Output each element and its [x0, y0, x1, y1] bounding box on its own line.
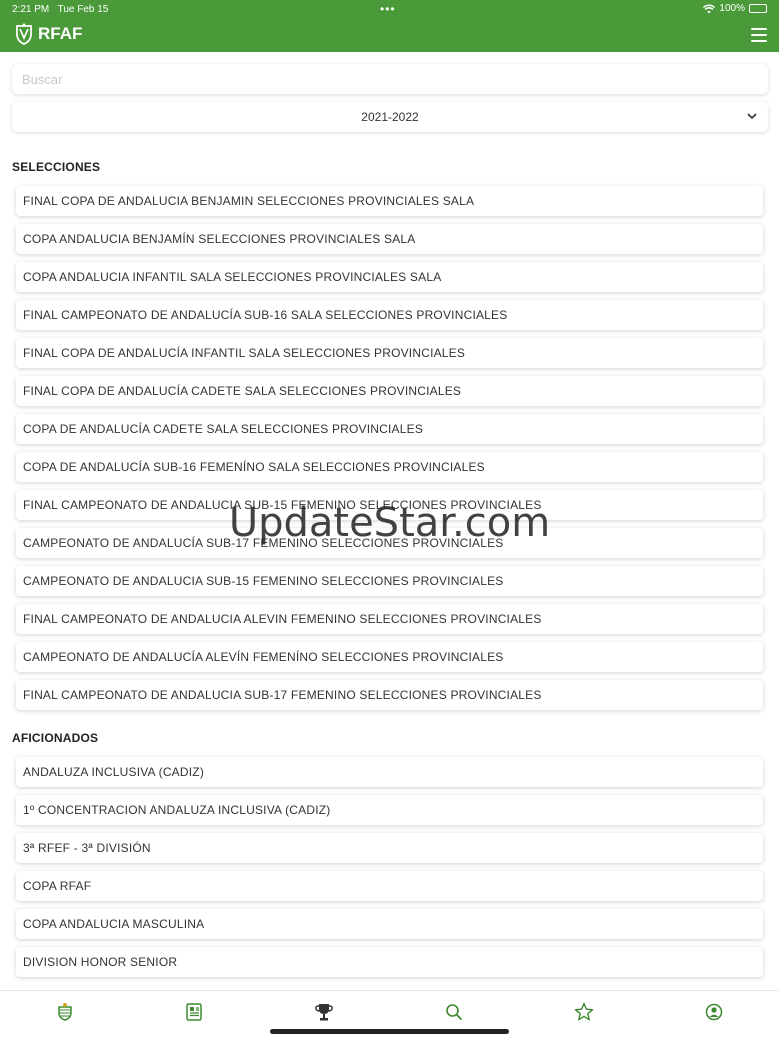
tab-news[interactable]: [183, 1001, 205, 1023]
logo-text: RFAF: [38, 24, 83, 43]
competition-list-item[interactable]: FINAL CAMPEONATO DE ANDALUCIA SUB-15 FEM…: [16, 490, 763, 520]
tab-competitions[interactable]: [313, 1001, 335, 1023]
wifi-icon: [703, 4, 716, 13]
competition-list-selecciones: FINAL COPA DE ANDALUCIA BENJAMIN SELECCI…: [16, 186, 763, 718]
competition-list-item[interactable]: COPA ANDALUCIA INFANTIL SALA SELECCIONES…: [16, 262, 763, 292]
app-header: RFAF: [0, 18, 779, 52]
search-input[interactable]: [12, 64, 768, 94]
section-title-aficionados: AFICIONADOS: [12, 731, 99, 745]
competition-list-item[interactable]: FINAL CAMPEONATO DE ANDALUCÍA SUB-16 SAL…: [16, 300, 763, 330]
competition-list-item[interactable]: COPA DE ANDALUCÍA SUB-16 FEMENÍNO SALA S…: [16, 452, 763, 482]
multitask-dots-icon[interactable]: •••: [380, 2, 396, 16]
competition-list-item[interactable]: FINAL COPA DE ANDALUCÍA CADETE SALA SELE…: [16, 376, 763, 406]
competition-list-item[interactable]: CAMPEONATO DE ANDALUCIA SUB-15 FEMENINO …: [16, 566, 763, 596]
status-right: 100%: [703, 3, 767, 14]
status-bar: 2:21 PM Tue Feb 15 ••• 100%: [0, 0, 779, 18]
competition-list-item[interactable]: FINAL COPA DE ANDALUCÍA INFANTIL SALA SE…: [16, 338, 763, 368]
tab-search[interactable]: [443, 1001, 465, 1023]
star-icon: [574, 1002, 594, 1021]
chevron-down-icon: [747, 113, 757, 120]
trophy-icon: [315, 1004, 333, 1021]
competition-list-item[interactable]: DIVISION HONOR SENIOR: [16, 947, 763, 977]
competition-list-aficionados: ANDALUZA INCLUSIVA (CADIZ) 1º CONCENTRACI…: [16, 757, 763, 985]
status-time: 2:21 PM Tue Feb 15: [12, 4, 109, 15]
competition-list-item[interactable]: FINAL CAMPEONATO DE ANDALUCIA ALEVIN FEM…: [16, 604, 763, 634]
tab-profile[interactable]: [703, 1001, 725, 1023]
competition-list-item[interactable]: FINAL CAMPEONATO DE ANDALUCIA SUB-17 FEM…: [16, 680, 763, 710]
competition-list-item[interactable]: COPA ANDALUCIA MASCULINA: [16, 909, 763, 939]
competition-list-item[interactable]: FINAL COPA DE ANDALUCIA BENJAMIN SELECCI…: [16, 186, 763, 216]
season-selected-value: 2021-2022: [361, 110, 419, 124]
competition-list-item[interactable]: CAMPEONATO DE ANDALUCÍA ALEVÍN FEMENÍNO …: [16, 642, 763, 672]
competition-list-item[interactable]: COPA ANDALUCIA BENJAMÍN SELECCIONES PROV…: [16, 224, 763, 254]
hamburger-menu-icon[interactable]: [751, 28, 767, 42]
rfaf-logo[interactable]: RFAF: [14, 23, 82, 45]
rfaf-crest-icon: [16, 23, 32, 45]
profile-icon: [705, 1003, 723, 1021]
competition-list-item[interactable]: COPA RFAF: [16, 871, 763, 901]
club-crest-icon: [58, 1003, 72, 1021]
home-indicator[interactable]: [270, 1029, 509, 1034]
search-icon: [446, 1004, 462, 1020]
section-title-selecciones: SELECCIONES: [12, 160, 101, 174]
competition-list-item[interactable]: 3ª RFEF - 3ª DIVISIÓN: [16, 833, 763, 863]
news-icon: [186, 1003, 202, 1021]
competition-list-item[interactable]: 1º CONCENTRACION ANDALUZA INCLUSIVA (CAD…: [16, 795, 763, 825]
competition-list-item[interactable]: CAMPEONATO DE ANDALUCÍA SUB-17 FEMENINO …: [16, 528, 763, 558]
battery-icon: [749, 4, 767, 13]
competition-list-item[interactable]: COPA DE ANDALUCÍA CADETE SALA SELECCIONE…: [16, 414, 763, 444]
tab-favorites[interactable]: [573, 1001, 595, 1023]
battery-percent: 100%: [719, 3, 745, 14]
competition-list-item[interactable]: ANDALUZA INCLUSIVA (CADIZ): [16, 757, 763, 787]
tab-club[interactable]: [54, 1001, 76, 1023]
season-select[interactable]: 2021-2022: [12, 102, 768, 132]
